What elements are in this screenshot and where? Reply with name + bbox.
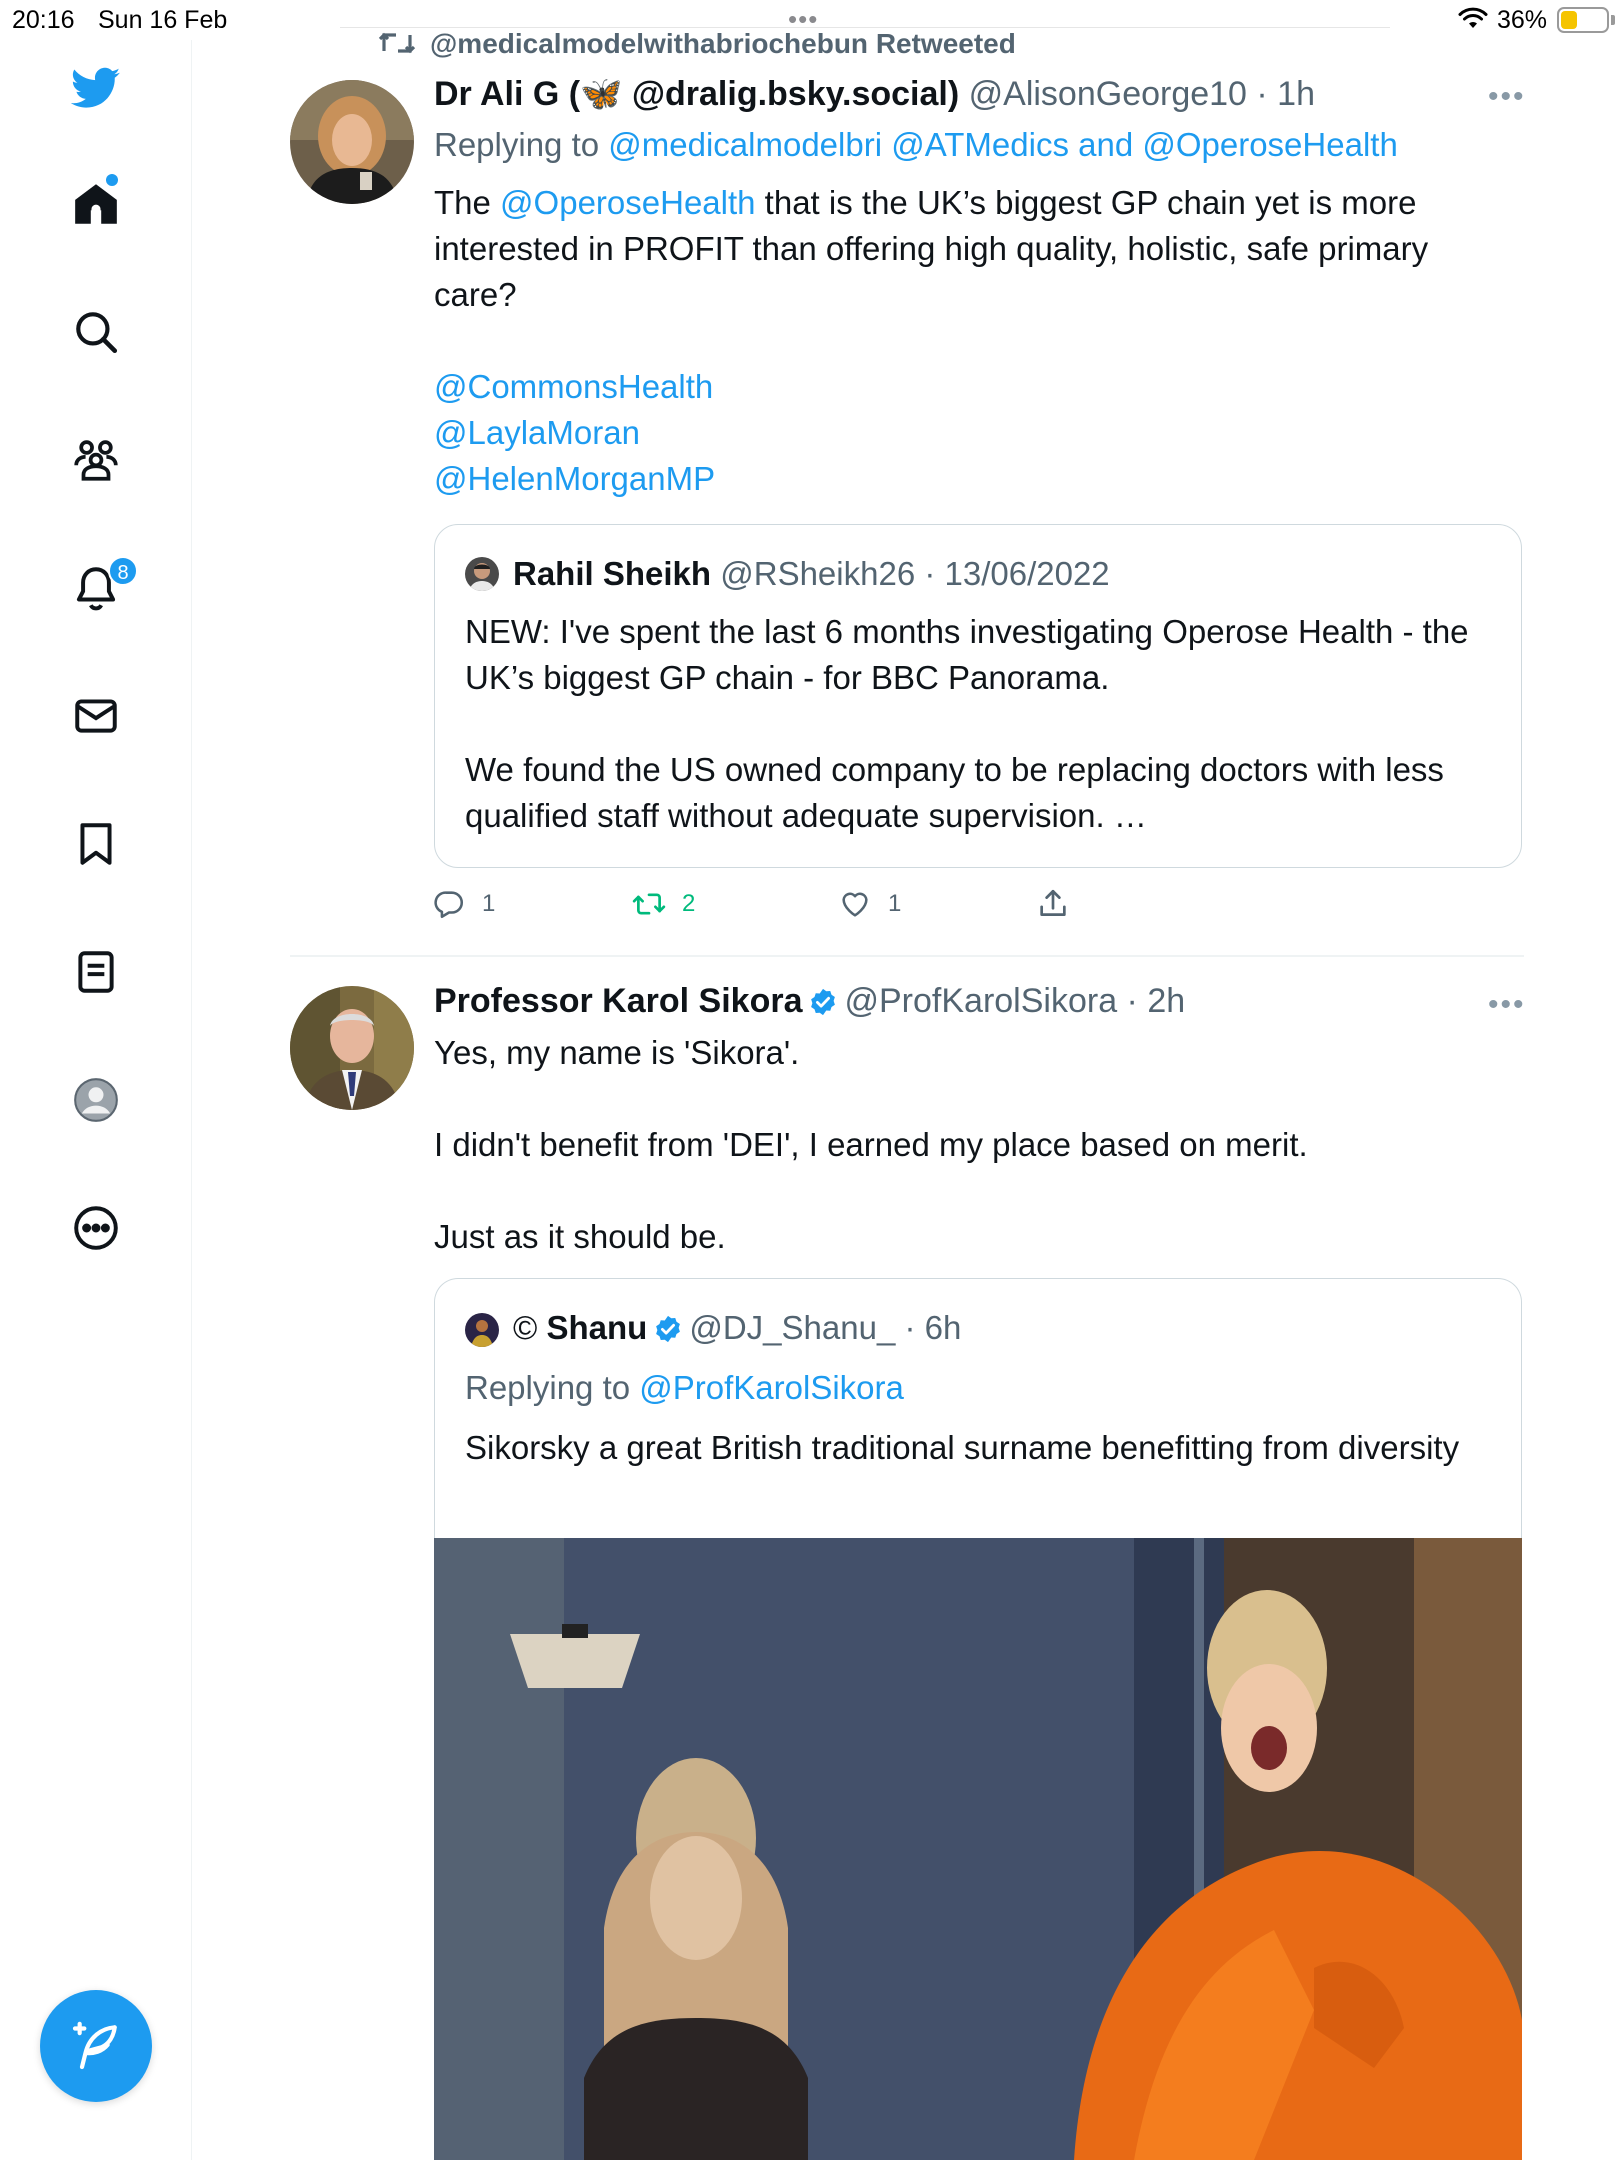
replying-prefix: Replying to xyxy=(465,1369,640,1406)
quoted-header: Rahil Sheikh @RSheikh26 · 13/06/2022 xyxy=(513,555,1110,593)
wifi-icon xyxy=(1458,7,1488,28)
quoted-text-para-2: We found the US owned company to be repl… xyxy=(465,751,1444,834)
quoted-handle-time: @RSheikh26 · 13/06/2022 xyxy=(720,555,1110,592)
tweet-divider xyxy=(290,955,1524,957)
tweet-actions: 1 2 1 xyxy=(432,884,1132,924)
profile-icon[interactable] xyxy=(66,1070,126,1130)
retweet-context[interactable]: @medicalmodelwithabriochebun Retweeted xyxy=(378,28,1016,60)
quoted-handle-time: @DJ_Shanu_ · 6h xyxy=(689,1309,962,1346)
mention-link[interactable]: @HelenMorganMP xyxy=(434,460,715,497)
avatar[interactable] xyxy=(290,80,414,204)
copyright-symbol: © xyxy=(513,1309,538,1346)
quoted-text: Sikorsky a great British traditional sur… xyxy=(465,1429,1460,1466)
quoted-avatar xyxy=(465,1313,499,1347)
battery-percent: 36% xyxy=(1497,6,1548,34)
retweet-context-text: @medicalmodelwithabriochebun Retweeted xyxy=(430,28,1016,59)
like-count: 1 xyxy=(888,890,902,917)
verified-badge-icon xyxy=(811,988,836,1016)
battery-level xyxy=(1561,11,1577,29)
author-name[interactable]: Professor Karol Sikora xyxy=(434,982,802,1020)
tweet-line: I didn't benefit from 'DEI', I earned my… xyxy=(434,1126,1308,1163)
mention-link[interactable]: @CommonsHealth xyxy=(434,368,713,405)
quoted-author-name: Shanu xyxy=(546,1309,648,1346)
verified-badge-icon xyxy=(656,1315,681,1343)
tweet-text: The @OperoseHealth that is the UK’s bigg… xyxy=(434,180,1514,502)
author-name[interactable]: Dr Ali G (🦋 @dralig.bsky.social) xyxy=(434,75,959,113)
reply-button[interactable]: 1 xyxy=(432,884,495,924)
compose-icon xyxy=(72,2021,117,2070)
tweet-text-pre: The xyxy=(434,184,501,221)
replying-to: Replying to @medicalmodelbri @ATMedics a… xyxy=(434,126,1398,164)
heart-icon xyxy=(842,892,868,917)
battery-icon xyxy=(1557,7,1609,33)
quoted-replying-to: Replying to @ProfKarolSikora xyxy=(465,1369,904,1407)
retweet-count: 2 xyxy=(682,890,696,917)
avatar[interactable] xyxy=(290,986,414,1110)
mention-link[interactable]: @LaylaMoran xyxy=(434,414,640,451)
lists-icon[interactable] xyxy=(66,942,126,1002)
quoted-header: © Shanu @DJ_Shanu_ · 6h xyxy=(513,1309,961,1347)
reply-count: 1 xyxy=(482,890,496,917)
replying-to-links[interactable]: @medicalmodelbri @ATMedics and @OperoseH… xyxy=(608,126,1398,163)
more-options-button[interactable]: ••• xyxy=(1488,988,1526,1022)
notifications-badge: 8 xyxy=(108,556,138,586)
quoted-avatar xyxy=(465,557,499,591)
compose-button[interactable] xyxy=(40,1990,152,2102)
reply-icon xyxy=(434,891,464,919)
search-icon[interactable] xyxy=(66,302,126,362)
tweet-line: Yes, my name is 'Sikora'. xyxy=(434,1034,800,1071)
status-date: Sun 16 Feb xyxy=(98,6,228,34)
quoted-media-gif[interactable] xyxy=(434,1538,1522,2160)
more-icon[interactable] xyxy=(66,1198,126,1258)
retweet-small-icon xyxy=(378,32,416,54)
quoted-text-para-1: NEW: I've spent the last 6 months invest… xyxy=(465,613,1469,696)
author-handle-time[interactable]: @AlisonGeorge10 · 1h xyxy=(969,75,1315,113)
retweet-icon xyxy=(632,893,666,915)
bookmarks-icon[interactable] xyxy=(66,814,126,874)
home-unread-dot xyxy=(106,174,118,186)
tweet-header: Dr Ali G (🦋 @dralig.bsky.social) @Alison… xyxy=(434,74,1315,114)
author-handle-time[interactable]: @ProfKarolSikora · 2h xyxy=(844,982,1185,1020)
status-time: 20:16 xyxy=(12,6,75,34)
more-options-button[interactable]: ••• xyxy=(1488,80,1526,114)
battery-cap xyxy=(1611,15,1615,25)
tweet-header: Professor Karol Sikora @ProfKarolSikora ·… xyxy=(434,982,1185,1021)
tweet-line: Just as it should be. xyxy=(434,1218,726,1255)
quoted-tweet[interactable]: Rahil Sheikh @RSheikh26 · 13/06/2022 NEW… xyxy=(434,524,1522,868)
share-button[interactable] xyxy=(1036,884,1086,924)
tweet-text: Yes, my name is 'Sikora'. I didn't benef… xyxy=(434,1030,1514,1260)
replying-to-link: @ProfKarolSikora xyxy=(639,1369,904,1406)
like-button[interactable]: 1 xyxy=(838,884,901,924)
quoted-author-name: Rahil Sheikh xyxy=(513,555,712,592)
mention-link[interactable]: @OperoseHealth xyxy=(500,184,755,221)
replying-prefix: Replying to xyxy=(434,126,609,163)
timeline-top-edge xyxy=(340,0,1390,28)
share-icon xyxy=(1040,889,1066,916)
twitter-logo-icon[interactable] xyxy=(66,58,126,118)
retweet-button[interactable]: 2 xyxy=(632,884,695,924)
messages-icon[interactable] xyxy=(66,686,126,746)
communities-icon[interactable] xyxy=(66,430,126,490)
quoted-text: NEW: I've spent the last 6 months invest… xyxy=(465,609,1495,839)
